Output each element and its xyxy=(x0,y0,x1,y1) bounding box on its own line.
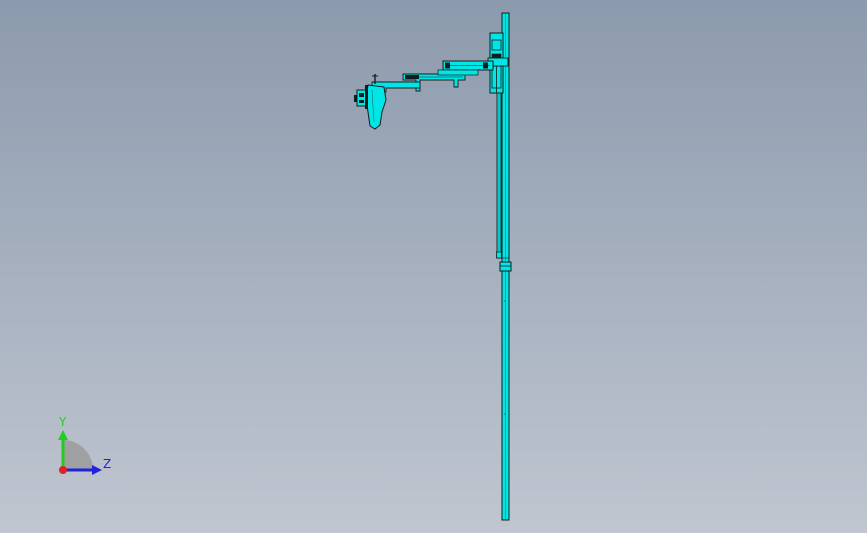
triad-z-label: Z xyxy=(103,457,111,471)
end-effector-gripper[interactable] xyxy=(365,84,387,130)
triad-y-label: Y xyxy=(58,415,67,429)
triad-plane-wedge xyxy=(63,440,93,470)
cad-graphics-viewport[interactable]: Y Z xyxy=(0,0,867,533)
triad-z-arrowhead xyxy=(92,465,102,475)
gripper-motor[interactable] xyxy=(354,85,368,109)
triad-x-axis-dot xyxy=(59,466,67,474)
triad-y-arrowhead xyxy=(58,430,68,440)
horizontal-arm-upper[interactable] xyxy=(442,60,494,71)
orientation-triad: Y Z xyxy=(58,415,111,475)
